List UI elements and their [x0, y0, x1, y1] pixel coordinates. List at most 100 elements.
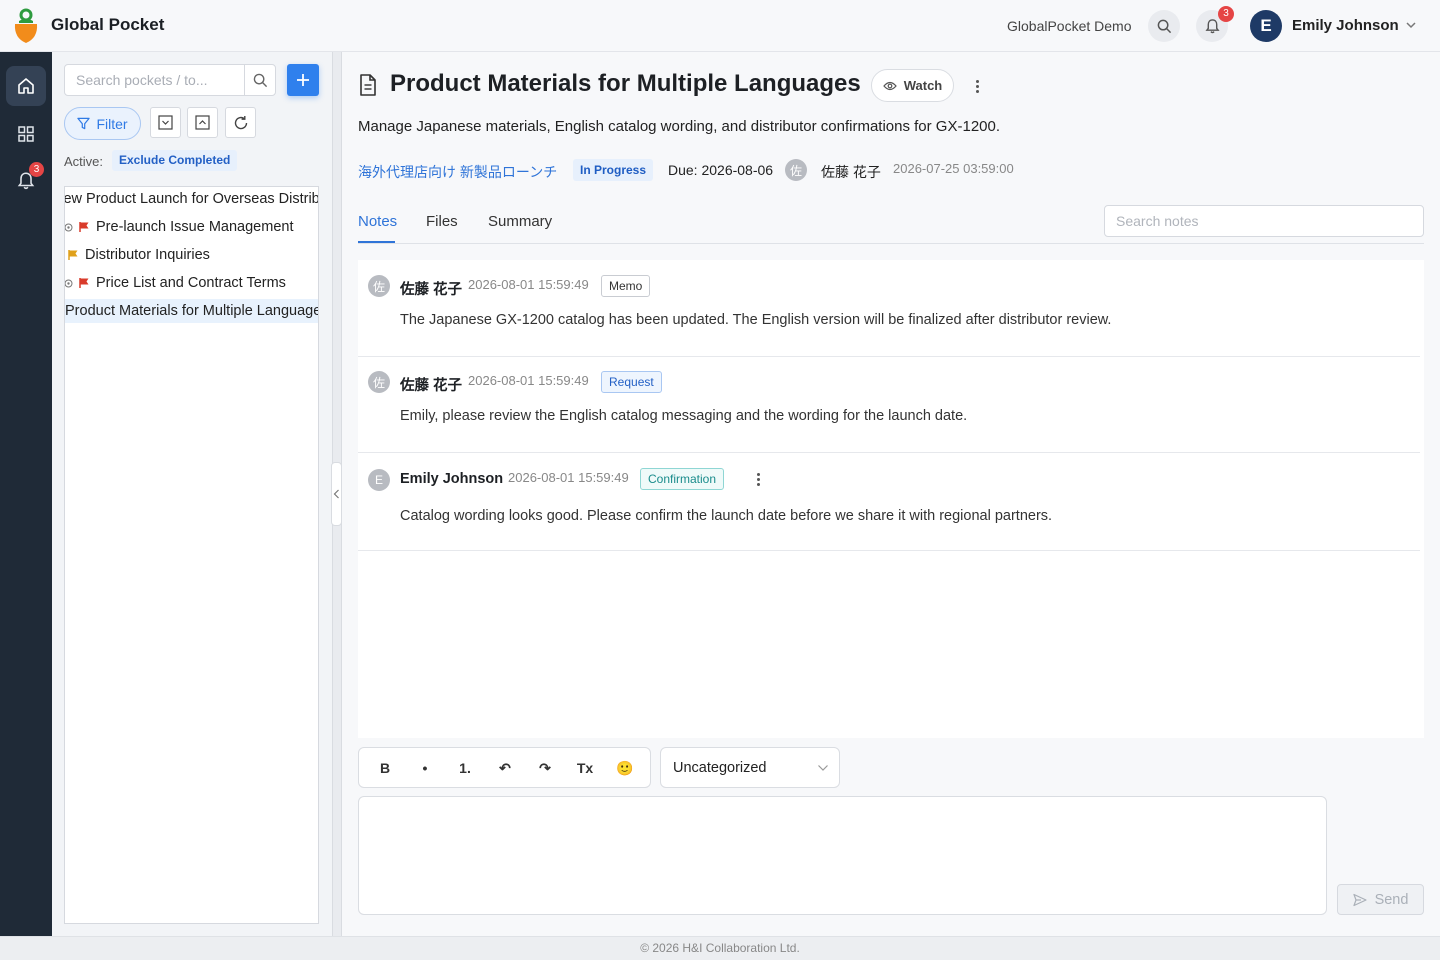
note-author: 佐藤 花子: [400, 282, 463, 298]
chevron-down-icon[interactable]: [1405, 19, 1417, 31]
editor-toolbar: B • 1. ↶ ↷ Tx 🙂: [358, 747, 651, 788]
assignee-name: 佐藤 花子: [821, 164, 881, 180]
note-body: Emily, please review the English catalog…: [400, 408, 968, 424]
tree-item-pre-launch[interactable]: Pre-launch Issue Management: [64, 215, 317, 239]
numbered-list-button[interactable]: 1.: [449, 756, 481, 780]
emoji-button[interactable]: 🙂: [609, 756, 641, 780]
note-tag: Memo: [601, 275, 651, 297]
tab-files[interactable]: Files: [426, 213, 458, 230]
tree-item-price-list[interactable]: Price List and Contract Terms: [64, 271, 317, 295]
expand-all-icon: [158, 115, 173, 130]
tab-summary[interactable]: Summary: [488, 213, 552, 230]
flag-icon-red: [79, 222, 89, 232]
send-label: Send: [1374, 891, 1409, 908]
note-tag: Confirmation: [640, 468, 725, 490]
chevron-down-icon: [818, 765, 828, 771]
due-date: Due: 2026-08-06: [668, 162, 774, 178]
note-author: Emily Johnson: [400, 471, 504, 487]
tree-item-label: Pre-launch Issue Management: [96, 219, 294, 235]
note-timestamp: 2026-08-01 15:59:49: [508, 470, 629, 485]
tree-item-label: Price List and Contract Terms: [96, 275, 286, 291]
expand-toggle-icon[interactable]: [64, 279, 73, 288]
add-pocket-button[interactable]: [287, 64, 319, 96]
rail-notification-badge: 3: [29, 162, 44, 177]
note-author-avatar: E: [368, 469, 390, 491]
search-icon: [1157, 19, 1171, 33]
tree-item-distributor-inquiries[interactable]: Distributor Inquiries: [67, 243, 318, 267]
parent-pocket-link[interactable]: 海外代理店向け 新製品ローンチ: [358, 162, 557, 182]
chevron-left-icon: [333, 489, 339, 499]
note-author-avatar: 佐: [368, 371, 390, 393]
tab-notes[interactable]: Notes: [358, 213, 397, 230]
send-button[interactable]: Send: [1337, 884, 1424, 915]
filter-icon: [77, 117, 91, 130]
app-logo: [14, 8, 38, 43]
grid-icon: [18, 126, 34, 142]
tree-item-product-materials[interactable]: Product Materials for Multiple Languages: [65, 299, 318, 323]
note-item: 佐 佐藤 花子 2026-08-01 15:59:49 Memo The Jap…: [358, 260, 1420, 357]
clear-format-button[interactable]: Tx: [569, 756, 601, 780]
tree-item-root[interactable]: New Product Launch for Overseas Distribu…: [65, 187, 318, 211]
user-menu-name[interactable]: Emily Johnson: [1292, 17, 1399, 34]
collapse-panel-handle[interactable]: [331, 462, 342, 526]
refresh-icon: [234, 115, 247, 129]
send-icon: [1352, 893, 1367, 906]
filter-button[interactable]: Filter: [64, 107, 141, 140]
expand-all-button[interactable]: [150, 107, 181, 138]
bullet-list-button[interactable]: •: [409, 756, 441, 780]
global-search-button[interactable]: [1148, 10, 1180, 42]
flag-icon-yellow: [68, 250, 78, 260]
note-more-menu[interactable]: [750, 470, 766, 488]
note-body: Catalog wording looks good. Please confi…: [400, 508, 1053, 524]
notes-search-input[interactable]: [1104, 205, 1424, 237]
home-icon: [18, 78, 34, 94]
expand-toggle-icon[interactable]: [64, 223, 73, 232]
plus-icon: [297, 74, 309, 86]
pocket-tree: New Product Launch for Overseas Distribu…: [64, 186, 319, 924]
note-item: E Emily Johnson 2026-08-01 15:59:49 Conf…: [358, 453, 1420, 551]
note-timestamp: 2026-08-01 15:59:49: [468, 277, 589, 292]
created-timestamp: 2026-07-25 03:59:00: [893, 161, 1014, 176]
nav-rail: 3: [0, 52, 52, 936]
undo-button[interactable]: ↶: [489, 756, 521, 780]
rail-dashboard[interactable]: [6, 114, 46, 154]
footer-copyright: © 2026 H&I Collaboration Ltd.: [0, 936, 1440, 960]
category-value: Uncategorized: [673, 760, 767, 776]
note-editor[interactable]: [358, 796, 1327, 915]
org-switcher[interactable]: GlobalPocket Demo: [1007, 18, 1132, 34]
app-header: Global Pocket GlobalPocket Demo 3 E Emil…: [0, 0, 1440, 52]
rail-home[interactable]: [6, 66, 46, 106]
notification-count-badge: 3: [1218, 6, 1234, 22]
note-author: 佐藤 花子: [400, 378, 463, 394]
document-icon: [360, 74, 376, 96]
tree-item-label: Product Materials for Multiple Languages: [65, 303, 319, 319]
collapse-all-icon: [195, 115, 210, 130]
note-category-select[interactable]: Uncategorized: [660, 747, 840, 788]
active-tab-indicator: [358, 241, 395, 243]
rail-notifications[interactable]: 3: [6, 160, 46, 200]
app-title: Global Pocket: [51, 15, 165, 34]
bell-icon: [1204, 19, 1220, 34]
pocket-more-menu[interactable]: [969, 77, 985, 95]
bold-button[interactable]: B: [369, 756, 401, 780]
filter-label: Filter: [96, 115, 128, 132]
pocket-search-input[interactable]: [65, 65, 245, 95]
notifications-button[interactable]: 3: [1196, 6, 1234, 42]
pocket-search: [64, 64, 276, 96]
user-avatar[interactable]: E: [1250, 10, 1282, 42]
refresh-button[interactable]: [225, 107, 256, 138]
eye-icon: [882, 81, 897, 90]
note-timestamp: 2026-08-01 15:59:49: [468, 373, 589, 388]
watch-button[interactable]: Watch: [871, 69, 954, 102]
pocket-tree-panel: Filter Active: Exclude Completed New Pro…: [52, 52, 332, 936]
active-filter-label: Active:: [64, 154, 104, 169]
collapse-all-button[interactable]: [187, 107, 218, 138]
assignee-avatar: 佐: [785, 159, 807, 181]
pocket-detail: Product Materials for Multiple Languages…: [342, 52, 1440, 936]
active-filter-chip[interactable]: Exclude Completed: [112, 150, 238, 171]
pocket-search-button[interactable]: [244, 65, 275, 95]
status-badge[interactable]: In Progress: [573, 159, 654, 181]
note-author-avatar: 佐: [368, 275, 390, 297]
redo-button[interactable]: ↷: [529, 756, 561, 780]
page-title: Product Materials for Multiple Languages: [390, 70, 861, 97]
